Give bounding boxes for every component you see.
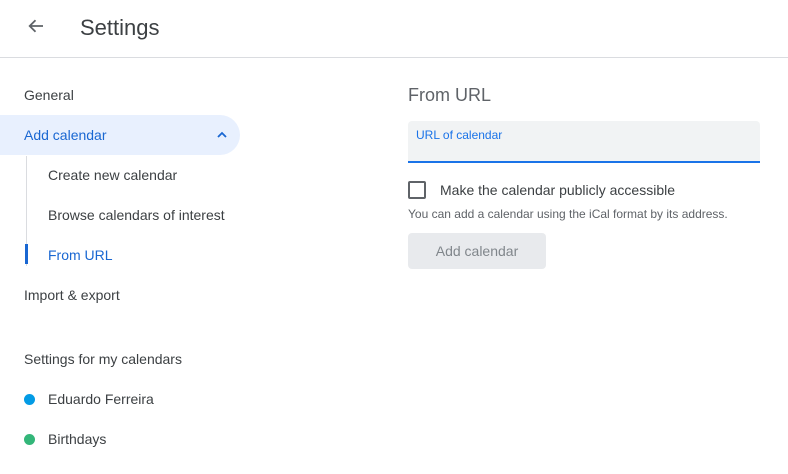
section-title: Settings for my calendars <box>24 351 182 367</box>
public-access-checkbox[interactable] <box>408 181 426 199</box>
public-access-option[interactable]: Make the calendar publicly accessible <box>408 180 675 200</box>
sidebar-item-from-url[interactable]: From URL <box>48 245 113 265</box>
sidebar-item-add-calendar[interactable]: Add calendar <box>0 115 240 155</box>
chevron-up-icon <box>217 131 227 138</box>
url-of-calendar-field[interactable]: URL of calendar <box>408 121 760 163</box>
calendar-color-dot <box>24 433 35 445</box>
add-calendar-button[interactable]: Add calendar <box>408 233 546 269</box>
public-access-label: Make the calendar publicly accessible <box>440 182 676 198</box>
sidebar-item-import-export[interactable]: Import & export <box>24 285 120 305</box>
top-bar: Settings <box>0 0 788 58</box>
sidebar-item-create-new-calendar[interactable]: Create new calendar <box>48 165 177 185</box>
help-text: You can add a calendar using the iCal fo… <box>408 207 728 221</box>
active-indicator <box>25 244 28 264</box>
sidebar-item-general[interactable]: General <box>24 85 74 105</box>
sidebar-item-browse-calendars[interactable]: Browse calendars of interest <box>48 205 225 225</box>
sidebar-item-label: Add calendar <box>24 127 107 143</box>
settings-sidebar: General Add calendar Create new calendar… <box>0 58 250 474</box>
sidebar-item-calendar[interactable]: Eduardo Ferreira <box>24 389 154 409</box>
page-title: Settings <box>80 15 160 40</box>
calendar-color-dot <box>24 393 35 405</box>
arrow-back-icon <box>28 19 43 33</box>
url-field-label: URL of calendar <box>416 128 503 142</box>
url-input[interactable] <box>416 141 752 159</box>
calendar-name: Eduardo Ferreira <box>48 391 154 407</box>
back-button[interactable] <box>18 8 54 44</box>
panel-title: From URL <box>408 85 492 105</box>
calendar-name: Birthdays <box>48 431 107 447</box>
sidebar-item-calendar[interactable]: Birthdays <box>24 429 106 449</box>
